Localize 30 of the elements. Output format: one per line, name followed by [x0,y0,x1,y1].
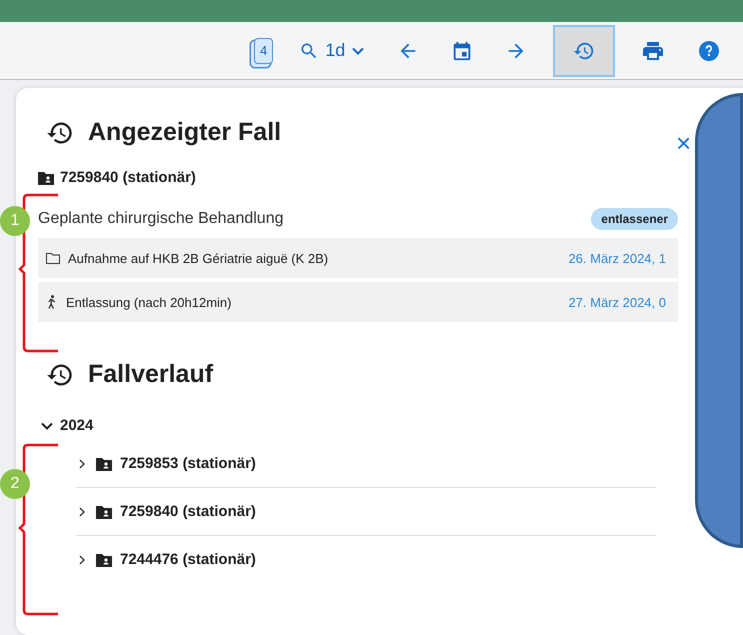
search-range-button[interactable]: 1d [293,24,372,76]
step-number-badge: 2 [0,469,30,499]
case-folder-icon [38,170,54,184]
step-number-badge: 1 [0,206,30,236]
case-row[interactable]: 7244476 (stationär) [76,536,656,583]
section-title: Fallverlauf [88,360,214,389]
case-row[interactable]: 7259840 (stationär) [76,488,656,536]
walking-person-icon [46,295,58,309]
case-folder-icon [96,456,112,470]
case-row[interactable]: 7259853 (stationär) [76,440,656,488]
treatment-label: Geplante chirurgische Behandlung [38,210,284,228]
event-date: 27. März 2024, 0 [568,294,667,310]
section-title: Angezeigter Fall [88,118,282,147]
close-button[interactable]: × [676,132,692,154]
year-label[interactable]: 2024 [60,417,94,434]
history-button[interactable] [553,24,616,76]
range-label: 1d [325,40,346,61]
case-number: 7259840 (stationär) [60,169,196,186]
event-date: 26. März 2024, 1 [568,250,667,266]
event-text: Aufnahme auf HKB 2B Gériatrie aiguë (K 2B) [68,250,328,266]
event-text: Entlassung (nach 20h12min) [66,294,232,310]
calendar-icon [451,40,474,62]
help-icon [697,38,722,62]
case-number: 7244476 (stationär) [120,551,256,568]
folder-icon [46,252,60,264]
status-badge: entlassener [591,208,678,230]
case-number: 7259853 (stationär) [120,455,256,472]
case-number: 7259840 (stationär) [120,503,256,520]
case-folder-icon [96,552,112,566]
case-folder-icon [96,504,112,518]
